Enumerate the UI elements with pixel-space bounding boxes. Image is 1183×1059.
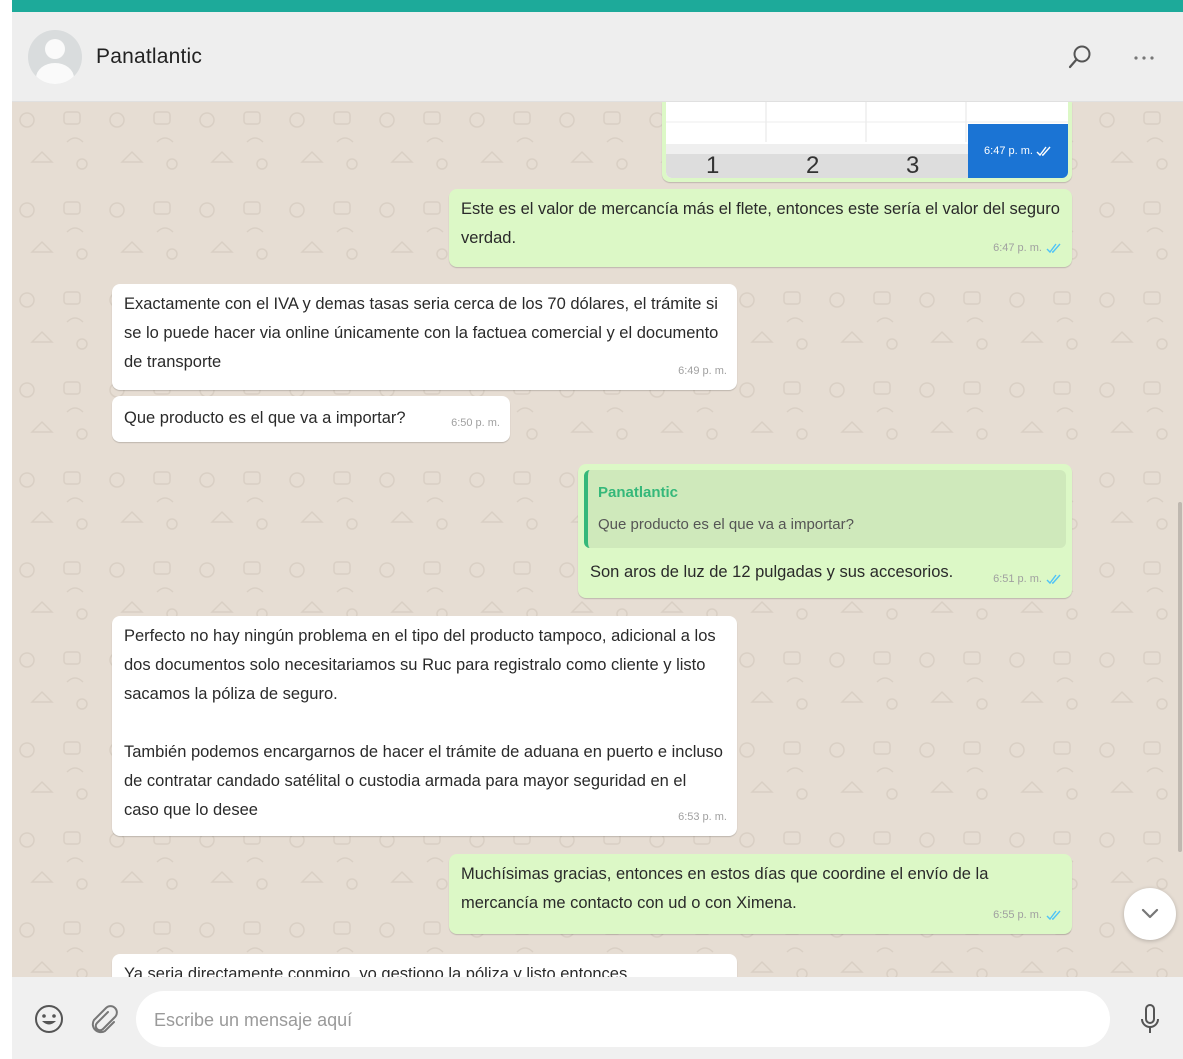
message-bubble-outgoing[interactable]: Muchísimas gracias, entonces en estos dí… [449, 854, 1072, 934]
message-text: Exactamente con el IVA y demas tasas ser… [124, 295, 723, 371]
message-bubble-outgoing-reply[interactable]: Panatlantic Que producto es el que va a … [578, 464, 1072, 598]
quoted-text: Que producto es el que va a importar? [598, 516, 854, 533]
message-bubble-incoming[interactable]: Que producto es el que va a importar? 6:… [112, 396, 510, 442]
message-time: 6:51 p. m. [993, 573, 1042, 585]
image-key-3: 3 [906, 152, 920, 178]
image-key-1: 1 [706, 152, 720, 178]
read-ticks-icon [1036, 146, 1051, 156]
composer-bar [12, 977, 1183, 1059]
message-time: 6:49 p. m. [678, 365, 727, 377]
message-bubble-incoming[interactable]: Exactamente con el IVA y demas tasas ser… [112, 284, 737, 390]
quoted-author: Panatlantic [598, 484, 679, 501]
message-time: 6:50 p. m. [451, 417, 500, 429]
chat-area[interactable]: 1 2 3 6:47 p. m. Este es el valor de mer… [12, 102, 1183, 977]
message-meta: 6:49 p. m. [678, 357, 727, 386]
message-time: 6:47 p. m. [993, 242, 1042, 254]
message-time: 6:53 p. m. [678, 811, 727, 823]
message-text: Perfecto no hay ningún problema en el ti… [124, 627, 723, 819]
read-ticks-icon [1046, 574, 1061, 585]
message-meta: 6:47 p. m. [993, 234, 1062, 263]
read-ticks-icon [1046, 910, 1061, 921]
message-input[interactable] [152, 991, 1086, 1049]
emoji-icon[interactable] [32, 1002, 66, 1036]
message-meta: 6:51 p. m. [993, 565, 1062, 594]
window-accent-strip [12, 0, 1183, 12]
message-text: Este es el valor de mercancía más el fle… [461, 200, 1065, 247]
message-meta: 6:55 p. m. [993, 901, 1062, 930]
chevron-down-icon[interactable] [1124, 888, 1176, 940]
message-text: Ya seria directamente conmigo, yo gestio… [124, 965, 628, 977]
message-text: Muchísimas gracias, entonces en estos dí… [461, 865, 993, 912]
message-bubble-incoming[interactable]: Perfecto no hay ningún problema en el ti… [112, 616, 737, 836]
image-message[interactable]: 1 2 3 6:47 p. m. [662, 102, 1072, 182]
chat-header: Panatlantic [12, 12, 1183, 102]
message-bubble-outgoing[interactable]: Este es el valor de mercancía más el fle… [449, 189, 1072, 267]
message-meta: 6:53 p. m. [678, 803, 727, 832]
search-icon[interactable] [1064, 42, 1096, 74]
message-input-container[interactable] [136, 991, 1110, 1049]
paperclip-icon[interactable] [84, 1000, 120, 1036]
contact-name[interactable]: Panatlantic [96, 45, 202, 69]
message-text: Que producto es el que va a importar? [124, 409, 406, 427]
message-text: Son aros de luz de 12 pulgadas y sus acc… [590, 563, 954, 581]
chat-scrollbar[interactable] [1178, 502, 1182, 852]
image-key-2: 2 [806, 152, 820, 178]
image-timestamp: 6:47 p. m. [968, 124, 1068, 178]
message-bubble-incoming-partial[interactable]: Ya seria directamente conmigo, yo gestio… [112, 954, 737, 977]
more-options-icon[interactable] [1128, 42, 1160, 74]
read-ticks-icon [1046, 243, 1061, 254]
microphone-icon[interactable] [1138, 1003, 1162, 1037]
message-meta: 6:50 p. m. [451, 409, 500, 438]
message-time: 6:55 p. m. [993, 909, 1042, 921]
quoted-message[interactable]: Panatlantic Que producto es el que va a … [584, 470, 1066, 548]
default-avatar-icon[interactable] [28, 30, 82, 84]
